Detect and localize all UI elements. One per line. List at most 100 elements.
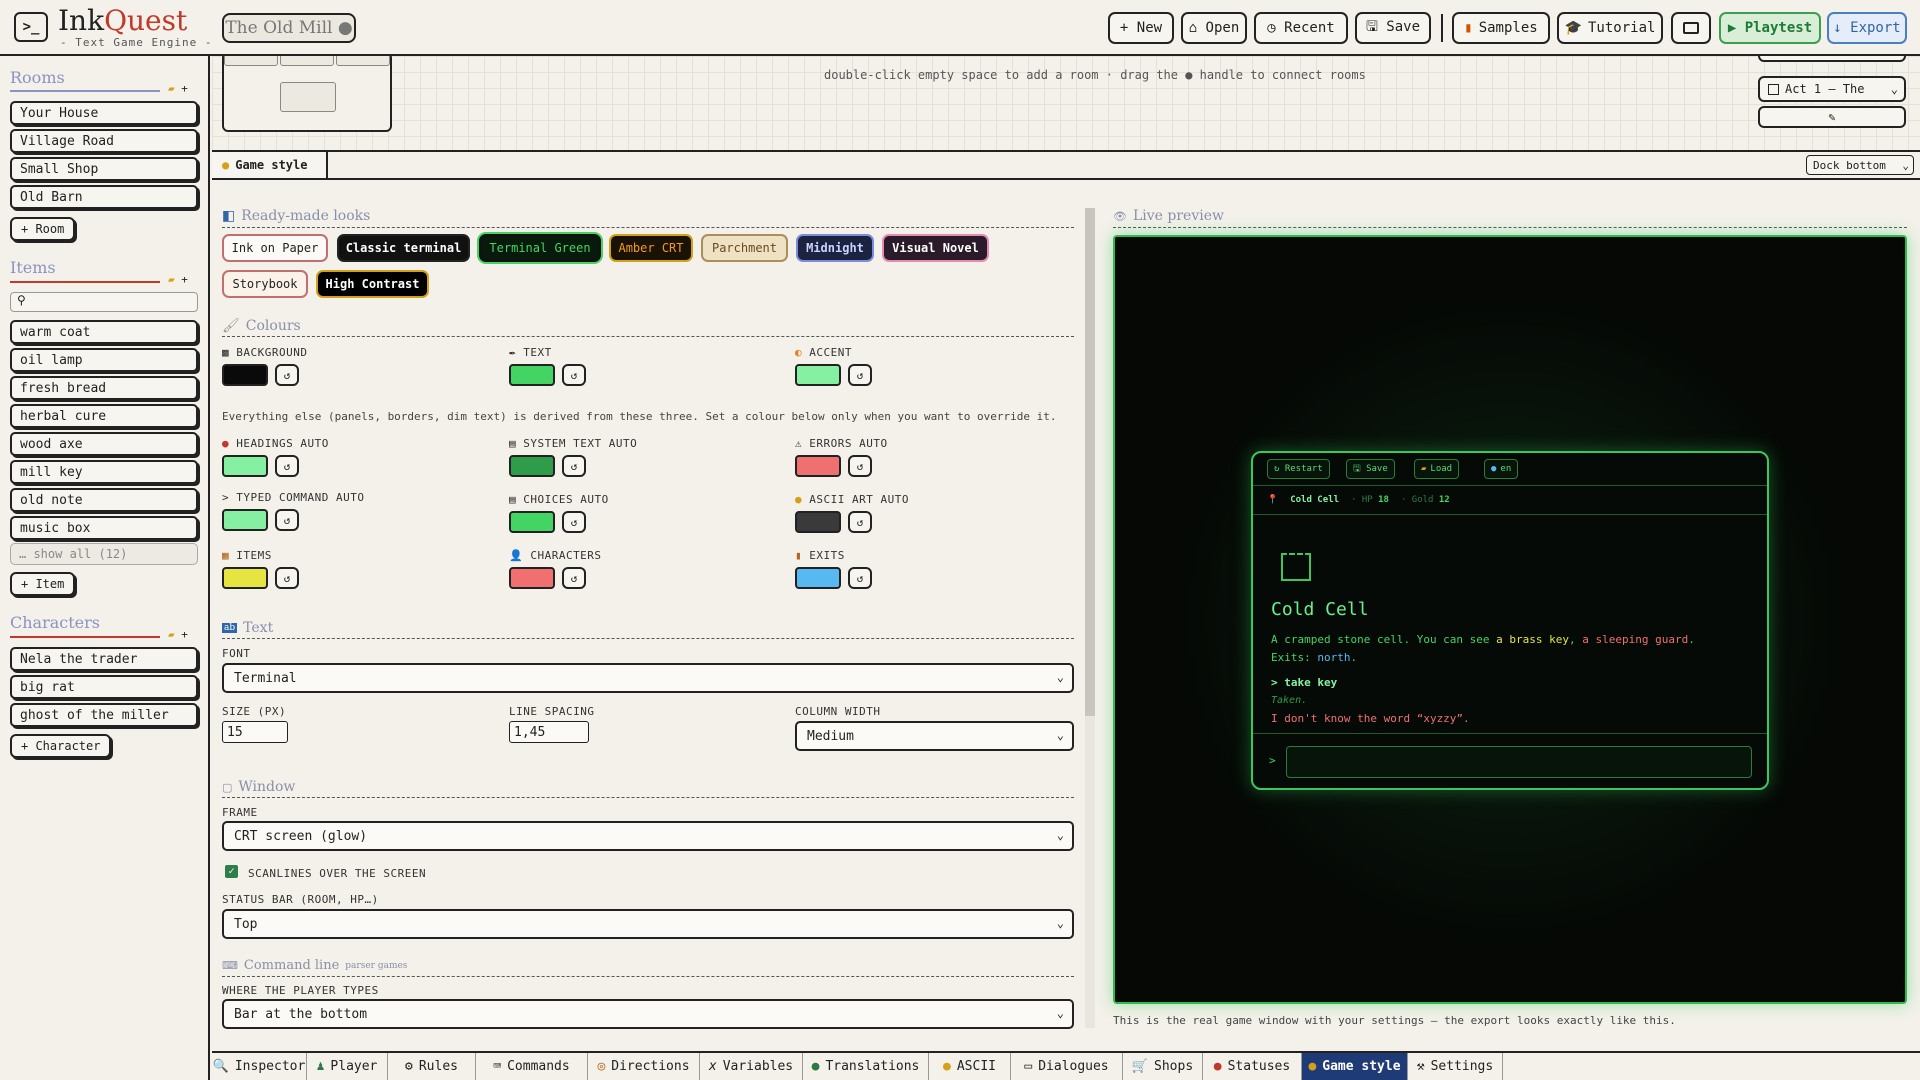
tab-settings[interactable]: ⚒ Settings bbox=[1408, 1053, 1503, 1080]
preset-storybook[interactable]: Storybook bbox=[222, 270, 308, 298]
sidebar-room-old-barn[interactable]: Old Barn bbox=[10, 185, 198, 209]
tab-directions[interactable]: ◎ Directions bbox=[588, 1053, 700, 1080]
size-input[interactable]: 15 bbox=[222, 721, 288, 743]
reset-icon[interactable]: ↺ bbox=[848, 455, 872, 477]
reset-icon[interactable]: ↺ bbox=[562, 567, 586, 589]
line-spacing-input[interactable]: 1,45 bbox=[509, 721, 589, 743]
background-colour-swatch[interactable] bbox=[222, 364, 268, 386]
sidebar-room-small-shop[interactable]: Small Shop bbox=[10, 157, 198, 181]
open-button[interactable]: ⌂ Open bbox=[1181, 12, 1247, 44]
errors-colour-swatch[interactable] bbox=[795, 455, 841, 477]
minimap[interactable] bbox=[222, 56, 392, 132]
sidebar-character-nela[interactable]: Nela the trader bbox=[10, 647, 198, 671]
typed-command-colour-swatch[interactable] bbox=[222, 509, 268, 531]
scrollbar-thumb[interactable] bbox=[1085, 208, 1095, 716]
text-colour-swatch[interactable] bbox=[509, 364, 555, 386]
tab-player[interactable]: ♟ Player bbox=[307, 1053, 388, 1080]
tab-dialogues[interactable]: ▭ Dialogues bbox=[1011, 1053, 1123, 1080]
preset-terminal-green[interactable]: Terminal Green bbox=[479, 234, 601, 262]
reset-icon[interactable]: ↺ bbox=[275, 509, 299, 531]
reset-icon[interactable]: ↺ bbox=[848, 567, 872, 589]
reset-icon[interactable]: ↺ bbox=[275, 455, 299, 477]
tab-game-style-bottom[interactable]: ● Game style bbox=[1302, 1053, 1408, 1080]
reset-icon[interactable]: ↺ bbox=[562, 455, 586, 477]
exit-link-north[interactable]: north bbox=[1317, 651, 1350, 664]
language-button[interactable]: ● en bbox=[1484, 459, 1519, 479]
where-types-select[interactable]: Bar at the bottom ⌄ bbox=[222, 999, 1074, 1029]
column-width-select[interactable]: Medium ⌄ bbox=[795, 721, 1074, 751]
reset-icon[interactable]: ↺ bbox=[848, 364, 872, 386]
sidebar-character-ghost[interactable]: ghost of the miller bbox=[10, 703, 198, 727]
preset-midnight[interactable]: Midnight bbox=[796, 234, 874, 262]
headings-colour-swatch[interactable] bbox=[222, 455, 268, 477]
exits-colour-swatch[interactable] bbox=[795, 567, 841, 589]
panel-scrollbar[interactable] bbox=[1085, 208, 1095, 1028]
layout-toggle-icon[interactable] bbox=[1671, 12, 1711, 44]
reset-icon[interactable]: ↺ bbox=[562, 364, 586, 386]
tab-variables[interactable]: x Variables bbox=[700, 1053, 803, 1080]
tab-inspector[interactable]: 🔍 Inspector bbox=[212, 1053, 307, 1080]
reset-icon[interactable]: ↺ bbox=[562, 511, 586, 533]
add-item-button[interactable]: + Item bbox=[10, 572, 76, 596]
items-search-input[interactable]: ⚲ bbox=[10, 292, 198, 312]
game-load-button[interactable]: ▰ Load bbox=[1414, 459, 1460, 479]
add-character-button[interactable]: + Character bbox=[10, 734, 112, 758]
show-all-items-link[interactable]: … show all (12) bbox=[10, 543, 198, 565]
tab-translations[interactable]: ● Translations bbox=[803, 1053, 929, 1080]
reset-icon[interactable]: ↺ bbox=[848, 511, 872, 533]
tab-game-style[interactable]: ● Game style bbox=[212, 152, 328, 180]
add-room-button[interactable]: + Room bbox=[10, 217, 76, 241]
status-bar-select[interactable]: Top ⌄ bbox=[222, 909, 1074, 939]
accent-colour-swatch[interactable] bbox=[795, 364, 841, 386]
save-button[interactable]: 🖫 Save bbox=[1355, 12, 1431, 44]
sidebar-item-mill-key[interactable]: mill key bbox=[10, 460, 198, 484]
recent-button[interactable]: ◷ Recent bbox=[1254, 12, 1348, 44]
room-map-canvas[interactable]: double-click empty space to add a room ·… bbox=[212, 56, 1920, 152]
font-select[interactable]: Terminal ⌄ bbox=[222, 663, 1074, 693]
export-button[interactable]: ↓ Export bbox=[1827, 12, 1907, 44]
tab-rules[interactable]: ⚙ Rules bbox=[388, 1053, 476, 1080]
item-link[interactable]: a brass key bbox=[1496, 633, 1569, 646]
restart-button[interactable]: ↻ Restart bbox=[1267, 459, 1330, 479]
sidebar-item-oil-lamp[interactable]: oil lamp bbox=[10, 348, 198, 372]
tab-commands[interactable]: ⌨ Commands bbox=[476, 1053, 588, 1080]
sidebar-room-your-house[interactable]: Your House bbox=[10, 101, 198, 125]
character-link[interactable]: a sleeping guard bbox=[1582, 633, 1688, 646]
game-command-input[interactable] bbox=[1286, 746, 1752, 778]
frame-select[interactable]: CRT screen (glow) ⌄ bbox=[222, 821, 1074, 851]
add-folder-icon[interactable]: ▰ + bbox=[168, 273, 188, 286]
system-text-colour-swatch[interactable] bbox=[509, 455, 555, 477]
sidebar-item-old-note[interactable]: old note bbox=[10, 488, 198, 512]
sidebar-item-fresh-bread[interactable]: fresh bread bbox=[10, 376, 198, 400]
add-folder-icon[interactable]: ▰ + bbox=[168, 628, 188, 641]
sidebar-character-big-rat[interactable]: big rat bbox=[10, 675, 198, 699]
pencil-tool-button[interactable]: ✎ bbox=[1758, 106, 1906, 128]
sidebar-item-wood-axe[interactable]: wood axe bbox=[10, 432, 198, 456]
preset-parchment[interactable]: Parchment bbox=[701, 234, 788, 262]
choices-colour-swatch[interactable] bbox=[509, 511, 555, 533]
act-select[interactable]: Act 1 — The ⌄ bbox=[1758, 76, 1906, 102]
map-tool-button[interactable] bbox=[1758, 56, 1906, 62]
scanlines-checkbox[interactable]: ✓ bbox=[225, 865, 238, 878]
tab-statuses[interactable]: ● Statuses bbox=[1203, 1053, 1302, 1080]
tab-shops[interactable]: 🛒 Shops bbox=[1123, 1053, 1203, 1080]
add-folder-icon[interactable]: ▰ + bbox=[168, 82, 188, 95]
game-save-button[interactable]: 🖫 Save bbox=[1346, 459, 1395, 479]
project-title[interactable]: The Old Mill ● bbox=[222, 13, 356, 43]
sidebar-item-music-box[interactable]: music box bbox=[10, 516, 198, 540]
preset-classic-terminal[interactable]: Classic terminal bbox=[337, 234, 470, 262]
ascii-art-colour-swatch[interactable] bbox=[795, 511, 841, 533]
preset-amber-crt[interactable]: Amber CRT bbox=[609, 234, 693, 262]
sidebar-item-warm-coat[interactable]: warm coat bbox=[10, 320, 198, 344]
playtest-button[interactable]: ▶ Playtest bbox=[1719, 12, 1821, 44]
new-button[interactable]: + New bbox=[1108, 12, 1174, 44]
dock-position-select[interactable]: Dock bottom ⌄ bbox=[1806, 155, 1914, 175]
sidebar-room-village-road[interactable]: Village Road bbox=[10, 129, 198, 153]
preset-ink-on-paper[interactable]: Ink on Paper bbox=[222, 234, 328, 262]
tab-ascii[interactable]: ● ASCII bbox=[929, 1053, 1011, 1080]
reset-icon[interactable]: ↺ bbox=[275, 567, 299, 589]
preset-high-contrast[interactable]: High Contrast bbox=[316, 270, 429, 298]
sidebar-item-herbal-cure[interactable]: herbal cure bbox=[10, 404, 198, 428]
tutorial-button[interactable]: 🎓 Tutorial bbox=[1557, 12, 1663, 44]
characters-colour-swatch[interactable] bbox=[509, 567, 555, 589]
